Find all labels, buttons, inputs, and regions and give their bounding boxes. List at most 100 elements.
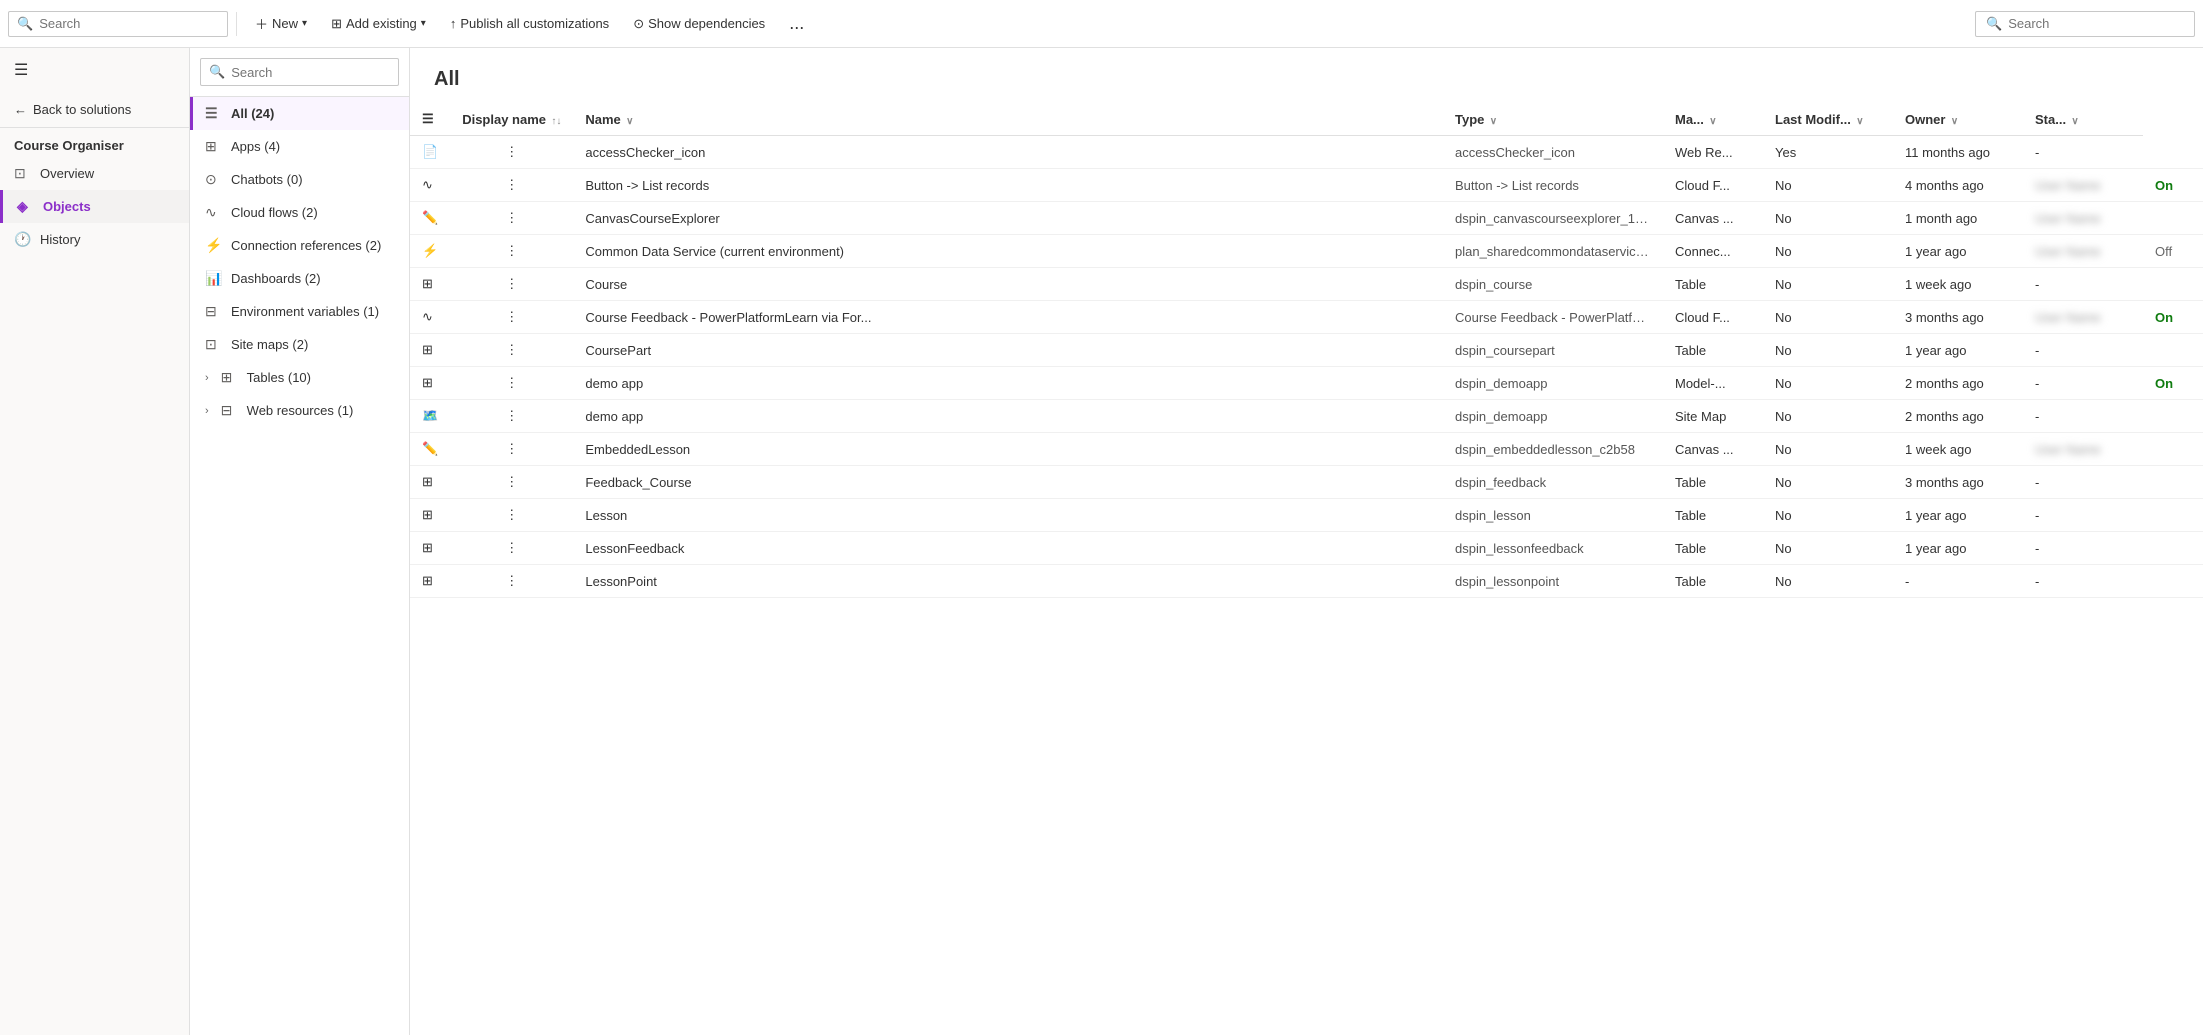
table-row[interactable]: ⚡⋮Common Data Service (current environme… [410,235,2203,268]
search-box-top[interactable]: 🔍 [8,11,228,37]
search-input-right[interactable] [2008,16,2184,31]
row-more-button[interactable]: ⋮ [450,169,573,202]
row-type: Table [1663,532,1763,565]
nav-search-box[interactable]: 🔍 [200,58,399,86]
row-last-modified: 1 year ago [1893,334,2023,367]
table-row[interactable]: ✏️⋮EmbeddedLessondspin_embeddedlesson_c2… [410,433,2203,466]
row-more-button[interactable]: ⋮ [450,499,573,532]
row-more-button[interactable]: ⋮ [450,202,573,235]
row-status [2143,136,2203,169]
nav-search-input[interactable] [231,65,390,80]
content-area: All ☰ Display name ↑↓ Name ∨ [410,48,2203,1035]
row-type: Canvas ... [1663,202,1763,235]
nav-item-webres-label: Web resources (1) [247,403,354,418]
table-row[interactable]: ⊞⋮Coursedspin_courseTableNo1 week ago- [410,268,2203,301]
nav-item-chatbots[interactable]: ⊙ Chatbots (0) [190,163,409,196]
row-more-button[interactable]: ⋮ [450,268,573,301]
row-more-button[interactable]: ⋮ [450,301,573,334]
all-icon: ☰ [205,105,223,122]
search-input-top[interactable] [39,16,219,31]
data-table: ☰ Display name ↑↓ Name ∨ Type ∨ [410,103,2203,598]
th-type[interactable]: Type ∨ [1443,103,1663,136]
th-modified[interactable]: Last Modif... ∨ [1763,103,1893,136]
table-row[interactable]: ⊞⋮Lessondspin_lessonTableNo1 year ago- [410,499,2203,532]
back-to-solutions-button[interactable]: ← Back to solutions [0,92,189,128]
sidebar-item-history[interactable]: 🕐 History [0,223,189,256]
row-type-icon: ⊞ [410,466,450,499]
new-button[interactable]: ＋ New ▾ [245,8,317,39]
table-row[interactable]: ⊞⋮LessonFeedbackdspin_lessonfeedbackTabl… [410,532,2203,565]
sidebar-item-objects-label: Objects [43,199,91,214]
th-name-label: Name [585,112,620,127]
row-selector-icon: ☰ [422,111,434,126]
th-selector[interactable]: ☰ [410,103,450,136]
add-existing-button[interactable]: ⊞ Add existing ▾ [321,10,436,38]
row-owner: - [2023,268,2143,301]
row-more-button[interactable]: ⋮ [450,235,573,268]
nav-item-all[interactable]: ☰ All (24) [190,97,409,130]
table-row[interactable]: ⊞⋮Feedback_Coursedspin_feedbackTableNo3 … [410,466,2203,499]
row-more-button[interactable]: ⋮ [450,367,573,400]
row-last-modified: 3 months ago [1893,301,2023,334]
th-managed-label: Ma... [1675,112,1704,127]
table-row[interactable]: 🗺️⋮demo appdspin_demoappSite MapNo2 mont… [410,400,2203,433]
table-row[interactable]: ∿⋮Course Feedback - PowerPlatformLearn v… [410,301,2203,334]
row-more-button[interactable]: ⋮ [450,532,573,565]
th-owner[interactable]: Owner ∨ [1893,103,2023,136]
row-type: Site Map [1663,400,1763,433]
nav-item-connrefs[interactable]: ⚡ Connection references (2) [190,229,409,262]
row-more-button[interactable]: ⋮ [450,136,573,169]
th-modified-label: Last Modif... [1775,112,1851,127]
sort-asc-icon: ↑↓ [551,116,561,127]
nav-item-cloudflows-label: Cloud flows (2) [231,205,318,220]
row-more-button[interactable]: ⋮ [450,400,573,433]
th-managed[interactable]: Ma... ∨ [1663,103,1763,136]
nav-item-cloudflows[interactable]: ∿ Cloud flows (2) [190,196,409,229]
row-owner: - [2023,400,2143,433]
show-deps-button[interactable]: ⊙ Show dependencies [623,10,775,38]
table-row[interactable]: ∿⋮Button -> List recordsButton -> List r… [410,169,2203,202]
th-display-name[interactable]: Display name ↑↓ [450,103,573,136]
table-row[interactable]: ⊞⋮CoursePartdspin_coursepartTableNo1 yea… [410,334,2203,367]
row-last-modified: 1 week ago [1893,268,2023,301]
row-more-button[interactable]: ⋮ [450,466,573,499]
nav-item-apps[interactable]: ⊞ Apps (4) [190,130,409,163]
row-more-button[interactable]: ⋮ [450,334,573,367]
row-last-modified: 2 months ago [1893,367,2023,400]
row-managed: No [1763,235,1893,268]
nav-item-webres[interactable]: › ⊟ Web resources (1) [190,394,409,427]
th-name[interactable]: Name ∨ [573,103,1443,136]
sidebar-item-overview[interactable]: ⊡ Overview [0,157,189,190]
row-display-name: CoursePart [573,334,1443,367]
row-status [2143,433,2203,466]
hamburger-icon[interactable]: ☰ [0,48,189,92]
nav-item-chatbots-label: Chatbots (0) [231,172,303,187]
table-row[interactable]: ⊞⋮demo appdspin_demoappModel-...No2 mont… [410,367,2203,400]
th-status[interactable]: Sta... ∨ [2023,103,2143,136]
row-type-icon: ∿ [410,169,450,202]
nav-item-tables[interactable]: › ⊞ Tables (10) [190,361,409,394]
row-managed: No [1763,268,1893,301]
row-name: dspin_coursepart [1443,334,1663,367]
publish-button[interactable]: ↑ Publish all customizations [440,10,619,37]
table-row[interactable]: ⊞⋮LessonPointdspin_lessonpointTableNo-- [410,565,2203,598]
row-more-button[interactable]: ⋮ [450,433,573,466]
row-type: Table [1663,334,1763,367]
more-button[interactable]: ... [779,7,814,40]
row-status [2143,334,2203,367]
sidebar-item-objects[interactable]: ◈ Objects [0,190,189,223]
row-display-name: Course Feedback - PowerPlatformLearn via… [573,301,1443,334]
search-box-right[interactable]: 🔍 [1975,11,2195,37]
row-managed: No [1763,565,1893,598]
new-button-label: New [272,16,298,31]
nav-item-dashboards[interactable]: 📊 Dashboards (2) [190,262,409,295]
deps-icon: ⊙ [633,16,644,32]
table-row[interactable]: ✏️⋮CanvasCourseExplorerdspin_canvascours… [410,202,2203,235]
history-icon: 🕐 [14,231,32,248]
table-row[interactable]: 📄⋮accessChecker_iconaccessChecker_iconWe… [410,136,2203,169]
nav-item-sitemaps[interactable]: ⊡ Site maps (2) [190,328,409,361]
row-more-button[interactable]: ⋮ [450,565,573,598]
row-owner: User Name [2023,433,2143,466]
nav-item-envvars[interactable]: ⊟ Environment variables (1) [190,295,409,328]
row-name: dspin_canvascourseexplorer_1aba5 [1443,202,1663,235]
